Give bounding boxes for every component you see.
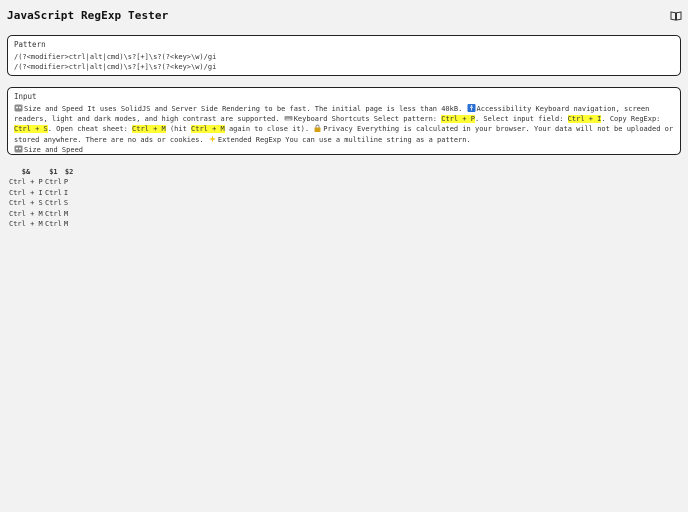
table-cell: Ctrl + P <box>9 178 43 187</box>
pattern-display: /(?<modifier>ctrl|alt|cmd)\s?[+]\s?(?<ke… <box>14 63 217 71</box>
match-highlight: Ctrl + I <box>567 115 602 124</box>
match-highlight: Ctrl + S <box>14 125 48 134</box>
input-seg-5: . Copy RegExp: <box>601 115 661 124</box>
table-cell: P <box>63 178 69 187</box>
column-header: $2 <box>64 167 74 176</box>
table-cell: Ctrl + M <box>9 209 43 218</box>
lock-icon <box>314 124 321 133</box>
input-panel[interactable]: Input Size and Speed It uses SolidJS and… <box>7 87 681 155</box>
table-cell: M <box>63 209 69 218</box>
table-cell: M <box>63 220 69 229</box>
input-seg-8: again to close it). <box>224 125 314 134</box>
table-cell: I <box>63 188 69 197</box>
keyboard-icon <box>284 116 293 121</box>
pattern-input[interactable]: /(?<modifier>ctrl|alt|cmd)\s?[+]\s?(?<ke… <box>14 53 216 61</box>
pattern-label: Pattern <box>14 40 46 49</box>
accessibility-icon <box>467 104 476 112</box>
input-label: Input <box>14 92 37 101</box>
table-cell: Ctrl <box>45 209 62 218</box>
table-row: Ctrl + S Ctrl S <box>8 198 75 209</box>
rocket-icon <box>14 104 23 112</box>
book-icon[interactable] <box>670 10 682 21</box>
table-cell: Ctrl + I <box>9 188 43 197</box>
table-row: Ctrl + M Ctrl M <box>8 209 75 220</box>
input-seg-7: (hit <box>165 125 192 134</box>
results-table-container: $& $1 $2 Ctrl + P Ctrl P Ctrl + I Ctrl I… <box>8 166 75 230</box>
input-seg-11: Size and Speed <box>24 145 84 154</box>
table-cell: Ctrl + M <box>9 220 43 229</box>
table-cell: Ctrl + S <box>9 199 43 208</box>
input-seg-3: Keyboard Shortcuts Select pattern: <box>293 115 442 124</box>
app-title: JavaScript RegExp Tester <box>7 9 169 22</box>
column-header: $1 <box>49 167 58 176</box>
column-header: $& <box>21 167 31 176</box>
table-cell: Ctrl <box>45 178 62 187</box>
input-textarea[interactable]: Size and Speed It uses SolidJS and Serve… <box>14 104 674 155</box>
table-cell: Ctrl <box>45 188 62 197</box>
pattern-panel[interactable]: Pattern /(?<modifier>ctrl|alt|cmd)\s?[+]… <box>7 35 681 76</box>
table-cell: Ctrl <box>45 220 62 229</box>
match-highlight: Ctrl + P <box>441 115 475 124</box>
results-header-row: $& $1 $2 <box>8 166 75 177</box>
input-seg-1: Size and Speed It uses SolidJS and Serve… <box>24 105 467 113</box>
table-row: Ctrl + I Ctrl I <box>8 188 75 199</box>
rocket-icon <box>14 145 23 153</box>
input-seg-6: . Open cheat sheet: <box>47 125 133 134</box>
match-highlight: Ctrl + M <box>132 125 166 134</box>
app-header: JavaScript RegExp Tester <box>7 9 683 23</box>
input-seg-10: Extended RegExp You can use a multiline … <box>217 135 471 144</box>
table-cell: Ctrl <box>45 199 62 208</box>
sparkle-icon <box>208 135 216 143</box>
input-seg-4: . Select input field: <box>474 115 568 124</box>
results-table: $& $1 $2 Ctrl + P Ctrl P Ctrl + I Ctrl I… <box>8 166 75 230</box>
match-highlight: Ctrl + M <box>191 125 225 134</box>
table-row: Ctrl + P Ctrl P <box>8 177 75 188</box>
table-cell: S <box>63 199 69 208</box>
table-row: Ctrl + M Ctrl M <box>8 219 75 230</box>
